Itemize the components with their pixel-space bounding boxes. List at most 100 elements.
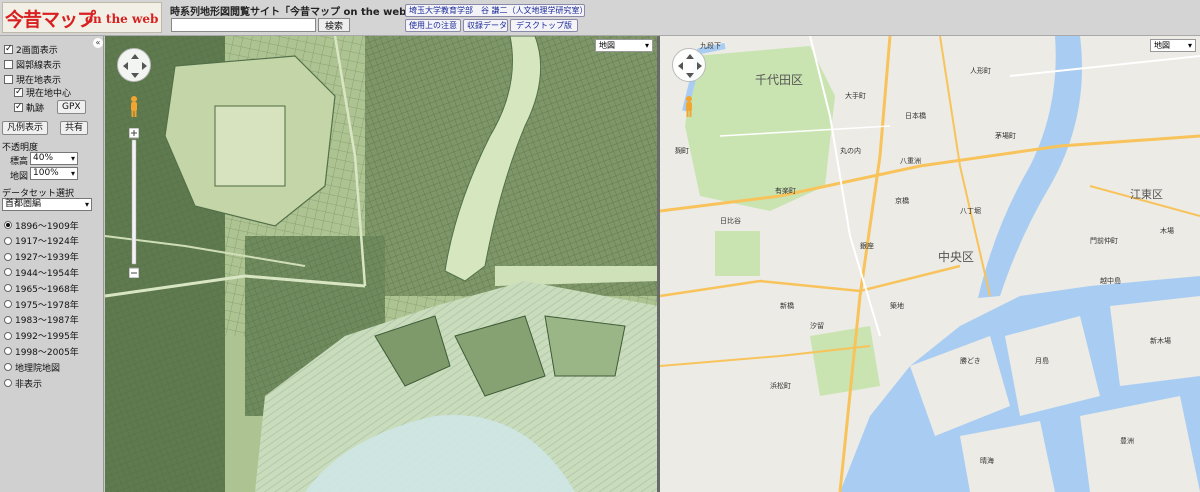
pan-arrows-icon [678, 54, 702, 78]
checkbox-icon[interactable]: ✓ [14, 87, 23, 97]
period-radio-item[interactable]: 非表示 [4, 377, 43, 390]
period-radio-item[interactable]: 地理院地図 [4, 361, 61, 374]
period-label: 非表示 [15, 379, 43, 390]
map-label-marunouchi: 丸の内 [840, 147, 861, 155]
historical-map-pane[interactable]: 地図 ▾ [105, 36, 658, 492]
checkbox-icon[interactable] [4, 59, 13, 69]
desktop-version-button[interactable]: デスクトップ版 [510, 19, 578, 32]
share-button[interactable]: 共有 [60, 121, 89, 135]
period-radio-item[interactable]: 1917〜1924年 [4, 235, 79, 247]
radio-button-icon[interactable] [4, 331, 12, 340]
radio-button-icon[interactable] [4, 284, 12, 293]
map-label-nihonbashi: 日本橋 [905, 112, 926, 120]
pegman-icon[interactable] [129, 96, 139, 118]
map-label-kyobashi: 京橋 [895, 197, 909, 205]
historical-map-image [105, 36, 658, 492]
map-label-shinkiba: 新木場 [1150, 337, 1171, 345]
period-radio-item[interactable]: 1983〜1987年 [4, 314, 79, 326]
radio-button-icon[interactable] [4, 379, 12, 387]
author-link-button[interactable]: 埼玉大学教育学部 谷 謙二（人文地理学研究室） [405, 4, 588, 17]
period-radio-item[interactable]: 1944〜1954年 [4, 266, 79, 279]
radio-button-icon[interactable] [4, 363, 12, 372]
checkbox-label: 軌跡 [26, 103, 45, 114]
map-label-kudanshita: 九段下 [700, 42, 721, 50]
checkbox-icon[interactable] [4, 74, 13, 84]
checkbox-track[interactable]: ✓ 軌跡 [14, 101, 45, 114]
map-label-kiba: 木場 [1160, 227, 1174, 235]
zoom-slider-icon[interactable] [128, 127, 140, 279]
checkbox-two-pane[interactable]: ✓ 2画面表示 [4, 43, 58, 56]
period-radio-item[interactable]: 1975〜1978年 [4, 298, 79, 311]
map-label-hamamatsucho: 浜松町 [770, 382, 791, 390]
checkbox-sheet-lines[interactable]: 図郭線表示 [4, 58, 62, 71]
map-label-chiyoda: 千代田区 [755, 73, 804, 87]
modern-map-type-select[interactable]: 地図 ▾ [1150, 39, 1196, 52]
map-label-hatchobori: 八丁堀 [960, 207, 981, 215]
map-label-ningyocho: 人形町 [970, 67, 991, 75]
logo-main-text: 今昔マップ [5, 9, 96, 31]
map-label-otemachi: 大手町 [845, 92, 866, 100]
select-value: 地図 [599, 41, 615, 50]
period-radio-item[interactable]: 1965〜1968年 [4, 282, 79, 295]
radio-button-icon[interactable] [4, 300, 12, 308]
period-label: 1975〜1978年 [15, 300, 79, 311]
usage-notes-button[interactable]: 使用上の注意 [405, 19, 461, 32]
chevron-down-icon: ▾ [70, 169, 75, 178]
map-label-hibiya: 日比谷 [720, 217, 741, 225]
chevron-down-icon: ▾ [84, 200, 89, 209]
opacity-elevation-select[interactable]: 40% ▾ [30, 152, 78, 165]
select-value: 40% [33, 153, 54, 163]
pan-control-icon[interactable] [117, 48, 151, 82]
radio-button-icon[interactable] [4, 221, 12, 229]
period-label: 地理院地図 [15, 363, 61, 374]
select-value: 100% [33, 168, 59, 178]
opacity-elevation-label: 標高 [10, 157, 29, 167]
site-logo[interactable]: 今昔マップ on the web [2, 2, 162, 33]
search-button[interactable]: 検索 [318, 18, 350, 32]
period-radio-item[interactable]: 1998〜2005年 [4, 345, 79, 358]
opacity-map-label: 地図 [10, 172, 29, 182]
map-label-kayabacho: 茅場町 [995, 132, 1016, 140]
period-label: 1896〜1909年 [15, 221, 79, 232]
select-value: 地図 [1154, 41, 1170, 50]
checkbox-label: 図郭線表示 [16, 60, 62, 71]
pan-control-icon[interactable] [672, 48, 706, 82]
radio-button-icon[interactable] [4, 252, 12, 261]
map-label-tsukishima: 月島 [1035, 357, 1049, 365]
radio-button-icon[interactable] [4, 236, 12, 245]
map-label-koto: 江東区 [1130, 188, 1163, 201]
period-label: 1927〜1939年 [15, 253, 79, 264]
checkbox-icon[interactable]: ✓ [14, 102, 23, 112]
checkbox-label: 現在地表示 [16, 75, 62, 86]
checkbox-show-location[interactable]: 現在地表示 [4, 73, 62, 86]
modern-map-pane[interactable]: 地図 ▾ 千代田区 中央区 江東区 九段下 麹町 大手町 丸の内 日本橋 人形町… [660, 36, 1200, 492]
radio-button-icon[interactable] [4, 347, 12, 356]
chevron-down-icon: ▾ [1187, 41, 1192, 50]
pan-arrows-icon [123, 54, 147, 78]
checkbox-label: 現在地中心 [26, 88, 72, 99]
opacity-map-select[interactable]: 100% ▾ [30, 167, 78, 180]
radio-button-icon[interactable] [4, 315, 12, 324]
place-search-input[interactable] [171, 18, 316, 32]
map-label-tsukiji: 築地 [890, 302, 904, 310]
map-label-toyosu: 豊洲 [1120, 437, 1134, 445]
legend-button[interactable]: 凡例表示 [2, 121, 49, 135]
period-radio-item[interactable]: 1896〜1909年 [4, 219, 79, 232]
pegman-icon[interactable] [684, 96, 694, 118]
period-label: 1998〜2005年 [15, 347, 79, 358]
dataset-select[interactable]: 首都圏編 ▾ [2, 198, 92, 211]
map-label-ginza: 銀座 [860, 242, 874, 250]
historical-map-type-select[interactable]: 地図 ▾ [595, 39, 653, 52]
dataset-info-button[interactable]: 収録データ [463, 19, 508, 32]
site-title: 時系列地形図閲覧サイト「今昔マップ on the web」 [170, 7, 417, 18]
period-radio-item[interactable]: 1992〜1995年 [4, 330, 79, 342]
period-label: 1944〜1954年 [15, 268, 79, 279]
radio-button-icon[interactable] [4, 268, 12, 277]
map-label-harumi: 晴海 [980, 457, 994, 465]
gpx-button[interactable]: GPX [57, 100, 86, 114]
collapse-sidebar-icon[interactable]: « [93, 38, 103, 48]
period-radio-item[interactable]: 1927〜1939年 [4, 251, 79, 263]
checkbox-center-location[interactable]: ✓ 現在地中心 [14, 86, 72, 99]
map-label-monzen: 門前仲町 [1090, 237, 1118, 245]
checkbox-icon[interactable]: ✓ [4, 44, 13, 54]
